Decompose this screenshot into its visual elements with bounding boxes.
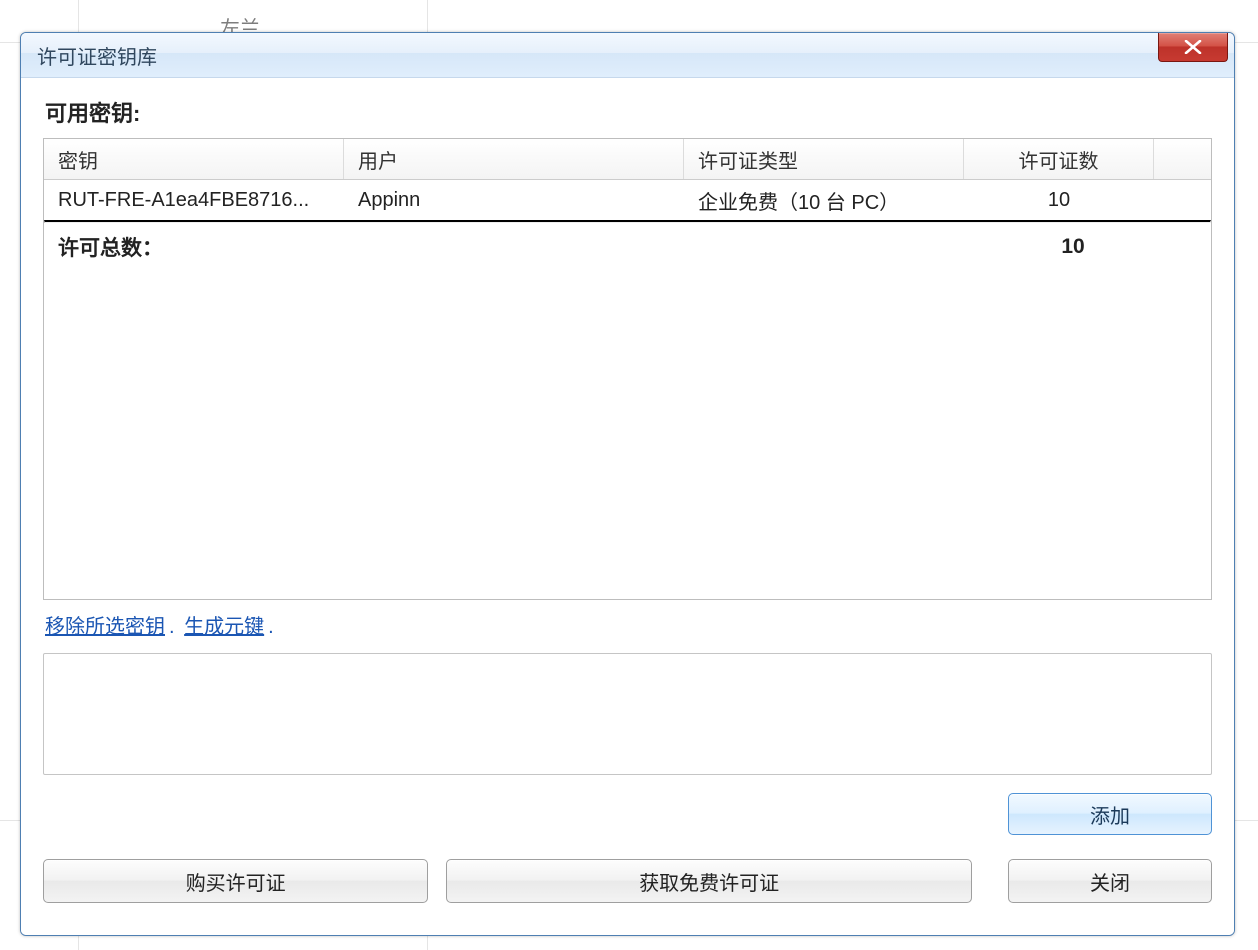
totals-label: 许可总数：	[44, 232, 978, 262]
key-input-textarea[interactable]	[44, 654, 1211, 774]
link-separator: .	[169, 616, 175, 638]
titlebar[interactable]: 许可证密钥库	[21, 33, 1234, 78]
totals-value: 10	[978, 235, 1168, 259]
keys-table: 密钥 用户 许可证类型 许可证数 RUT-FRE-A1ea4FBE8716...…	[43, 138, 1212, 600]
column-header-user[interactable]: 用户	[344, 139, 684, 179]
cell-key: RUT-FRE-A1ea4FBE8716...	[44, 189, 344, 212]
add-button-row: 添加	[43, 793, 1212, 835]
available-keys-label: 可用密钥:	[45, 96, 1212, 128]
buy-license-button[interactable]: 购买许可证	[43, 859, 428, 903]
cell-type: 企业免费（10 台 PC）	[684, 186, 964, 215]
column-header-type[interactable]: 许可证类型	[684, 139, 964, 179]
column-header-count[interactable]: 许可证数	[964, 139, 1154, 179]
table-header-row: 密钥 用户 许可证类型 许可证数	[44, 139, 1211, 180]
table-row[interactable]: RUT-FRE-A1ea4FBE8716... Appinn 企业免费（10 台…	[44, 180, 1211, 220]
license-key-store-dialog: 许可证密钥库 可用密钥: 密钥 用户 许可证类型 许可证数 RUT-FRE-A1…	[20, 32, 1235, 936]
window-title: 许可证密钥库	[37, 41, 1230, 70]
column-header-spacer	[1154, 139, 1211, 179]
action-links: 移除所选密钥. 生成元键.	[45, 610, 1212, 639]
add-button[interactable]: 添加	[1008, 793, 1212, 835]
get-free-license-button[interactable]: 获取免费许可证	[446, 859, 972, 903]
remove-selected-key-link[interactable]: 移除所选密钥	[45, 616, 165, 638]
bottom-button-row: 购买许可证 获取免费许可证 关闭	[43, 859, 1212, 903]
cell-count: 10	[964, 189, 1154, 212]
link-trailing: .	[268, 616, 274, 638]
table-body[interactable]: RUT-FRE-A1ea4FBE8716... Appinn 企业免费（10 台…	[44, 180, 1211, 599]
generate-meta-key-link[interactable]: 生成元键	[184, 616, 264, 638]
close-icon	[1184, 40, 1202, 54]
totals-row: 许可总数： 10	[44, 223, 1211, 271]
dialog-client-area: 可用密钥: 密钥 用户 许可证类型 许可证数 RUT-FRE-A1ea4FBE8…	[21, 78, 1234, 935]
close-button[interactable]: 关闭	[1008, 859, 1212, 903]
key-input-box	[43, 653, 1212, 775]
column-header-key[interactable]: 密钥	[44, 139, 344, 179]
cell-user: Appinn	[344, 189, 684, 212]
close-window-button[interactable]	[1158, 33, 1228, 62]
